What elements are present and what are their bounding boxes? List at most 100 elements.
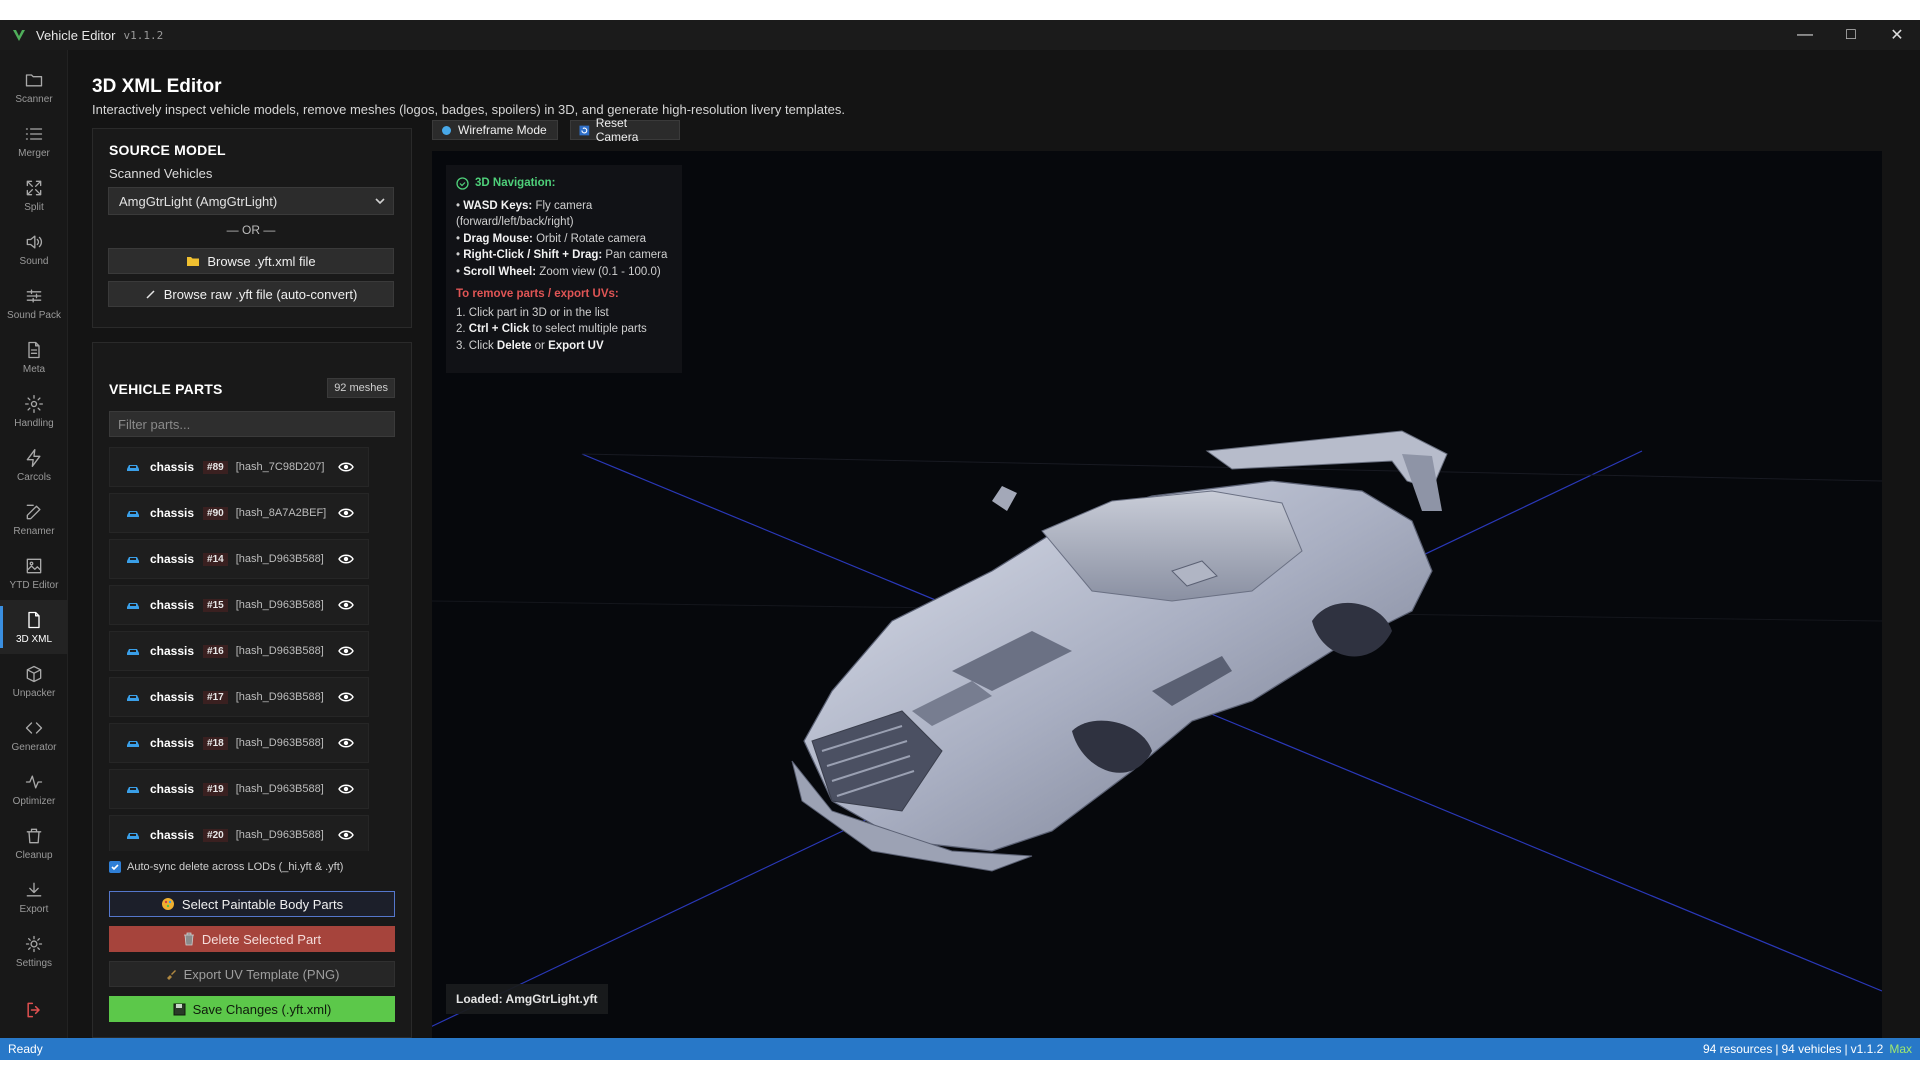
- part-row[interactable]: chassis #15 [hash_D963B588]: [109, 585, 369, 625]
- document-icon: [28, 341, 40, 358]
- lightning-icon: [26, 448, 41, 467]
- delete-selected-label: Delete Selected Part: [201, 931, 322, 947]
- part-row[interactable]: chassis #16 [hash_D963B588]: [109, 631, 369, 671]
- folder-icon: [187, 257, 200, 266]
- browse-raw-label: Browse raw .yft file (auto-convert): [163, 286, 358, 302]
- eye-icon[interactable]: [338, 829, 354, 841]
- help-line-wasd: • WASD Keys: Fly camera (forward/left/ba…: [456, 199, 593, 229]
- eye-icon[interactable]: [338, 783, 354, 795]
- sidebar-item-label: Handling: [14, 417, 54, 429]
- part-row[interactable]: chassis #18 [hash_D963B588]: [109, 723, 369, 763]
- sidebar-item-sound-pack[interactable]: Sound Pack: [0, 276, 68, 330]
- select-paintable-button[interactable]: Select Paintable Body Parts: [109, 891, 395, 917]
- refresh-icon: [579, 125, 590, 135]
- sidebar-item-renamer[interactable]: Renamer: [0, 492, 68, 546]
- sidebar-item-export[interactable]: Export: [0, 870, 68, 924]
- part-row[interactable]: chassis #89 [hash_7C98D207]: [109, 447, 369, 487]
- wand-icon: [146, 290, 155, 299]
- car-icon: [127, 557, 139, 563]
- car-icon: [127, 787, 139, 793]
- help-line-scroll: • Scroll Wheel: Zoom view (0.1 - 100.0): [456, 265, 661, 278]
- vehicle-parts-heading: VEHICLE PARTS: [109, 381, 223, 397]
- sidebar-item-scanner[interactable]: Scanner: [0, 60, 68, 114]
- sidebar-item-label: Cleanup: [15, 849, 53, 861]
- part-row[interactable]: chassis #14 [hash_D963B588]: [109, 539, 369, 579]
- speaker-icon: [26, 235, 42, 248]
- maximize-icon[interactable]: □: [1828, 20, 1874, 50]
- scanned-vehicles-select[interactable]: AmgGtrLight (AmgGtrLight): [108, 187, 394, 215]
- loaded-file-label: Loaded: AmgGtrLight.yft: [446, 984, 608, 1014]
- sidebar-item-handling[interactable]: Handling: [0, 384, 68, 438]
- autosync-checkbox[interactable]: [109, 861, 121, 873]
- scanned-vehicles-label: Scanned Vehicles: [109, 166, 213, 181]
- eye-icon[interactable]: [338, 599, 354, 611]
- vehicle-parts-panel: VEHICLE PARTS 92 meshes chassis #89 [hash_…: [92, 342, 412, 1038]
- help-line-pan: • Right-Click / Shift + Drag: Pan camera: [456, 249, 668, 261]
- eye-icon[interactable]: [338, 691, 354, 703]
- part-row[interactable]: chassis #17 [hash_D963B588]: [109, 677, 369, 717]
- status-resources: 94 resources: [1702, 1042, 1773, 1056]
- car-icon: [127, 649, 139, 655]
- car-icon: [127, 465, 139, 471]
- wireframe-label: Wireframe Mode: [458, 123, 547, 137]
- sidebar-item-sound[interactable]: Sound: [0, 222, 68, 276]
- window-controls: — □ ✕: [1782, 20, 1920, 50]
- part-number: #15: [203, 598, 228, 612]
- code-icon: [25, 721, 43, 734]
- save-changes-button[interactable]: Save Changes (.yft.xml): [109, 996, 395, 1022]
- source-model-heading: SOURCE MODEL: [109, 142, 226, 158]
- help-line-drag: • Drag Mouse: Orbit / Rotate camera: [456, 232, 647, 245]
- eye-icon[interactable]: [338, 507, 354, 519]
- wireframe-toggle[interactable]: Wireframe Mode: [432, 120, 558, 140]
- part-number: #17: [203, 690, 228, 704]
- sliders-icon: [26, 289, 42, 302]
- sidebar-item-meta[interactable]: Meta: [0, 330, 68, 384]
- filter-parts-input[interactable]: [109, 411, 395, 437]
- part-name: chassis: [150, 598, 195, 612]
- part-row[interactable]: chassis #19 [hash_D963B588]: [109, 769, 369, 809]
- close-icon[interactable]: ✕: [1874, 20, 1920, 50]
- minimize-icon[interactable]: —: [1782, 20, 1828, 50]
- part-row[interactable]: chassis #20 [hash_D963B588]: [109, 815, 369, 851]
- browse-raw-button[interactable]: Browse raw .yft file (auto-convert): [108, 281, 394, 307]
- sidebar-item-3d-xml[interactable]: 3D XML: [0, 600, 68, 654]
- sidebar-item-ytd-editor[interactable]: YTD Editor: [0, 546, 68, 600]
- reset-camera-button[interactable]: Reset Camera: [570, 116, 680, 144]
- car-icon: [127, 511, 139, 517]
- part-name: chassis: [150, 828, 195, 842]
- sidebar-item-optimizer[interactable]: Optimizer: [0, 762, 68, 816]
- eye-icon[interactable]: [338, 461, 354, 473]
- status-vehicles: 94 vehicles: [1781, 1042, 1842, 1056]
- sidebar-item-generator[interactable]: Generator: [0, 708, 68, 762]
- page-subtitle: Interactively inspect vehicle models, re…: [92, 102, 845, 117]
- status-text: Ready: [8, 1042, 43, 1056]
- logout-button[interactable]: [0, 990, 68, 1030]
- eye-icon[interactable]: [338, 737, 354, 749]
- part-number: #16: [203, 644, 228, 658]
- eye-icon[interactable]: [338, 645, 354, 657]
- autosync-checkbox-row[interactable]: Auto-sync delete across LODs (_hi.yft & …: [109, 861, 343, 873]
- status-separator: |: [1775, 1042, 1779, 1056]
- sidebar-item-cleanup[interactable]: Cleanup: [0, 816, 68, 870]
- eye-icon[interactable]: [338, 553, 354, 565]
- sidebar-item-settings[interactable]: Settings: [0, 924, 68, 978]
- part-number: #20: [203, 828, 228, 842]
- sidebar-item-merger[interactable]: Merger: [0, 114, 68, 168]
- palette-icon: [161, 898, 174, 910]
- sidebar-item-carcols[interactable]: Carcols: [0, 438, 68, 492]
- sidebar-item-split[interactable]: Split: [0, 168, 68, 222]
- export-uv-button[interactable]: Export UV Template (PNG): [109, 961, 395, 987]
- part-hash: [hash_7C98D207]: [235, 461, 325, 473]
- part-number: #90: [203, 506, 228, 520]
- part-hash: [hash_8A7A2BEF]: [235, 507, 327, 519]
- browse-xml-button[interactable]: Browse .yft.xml file: [108, 248, 394, 274]
- sidebar-item-unpacker[interactable]: Unpacker: [0, 654, 68, 708]
- part-hash: [hash_D963B588]: [235, 645, 324, 657]
- window-title: Vehicle Editor: [36, 27, 116, 43]
- 3d-viewport[interactable]: 3D Navigation: • WASD Keys: Fly camera (…: [432, 151, 1882, 1038]
- part-name: chassis: [150, 690, 195, 704]
- delete-selected-button[interactable]: Delete Selected Part: [109, 926, 395, 952]
- status-version: v1.1.2: [1850, 1042, 1884, 1056]
- status-separator: |: [1844, 1042, 1848, 1056]
- part-row[interactable]: chassis #90 [hash_8A7A2BEF]: [109, 493, 369, 533]
